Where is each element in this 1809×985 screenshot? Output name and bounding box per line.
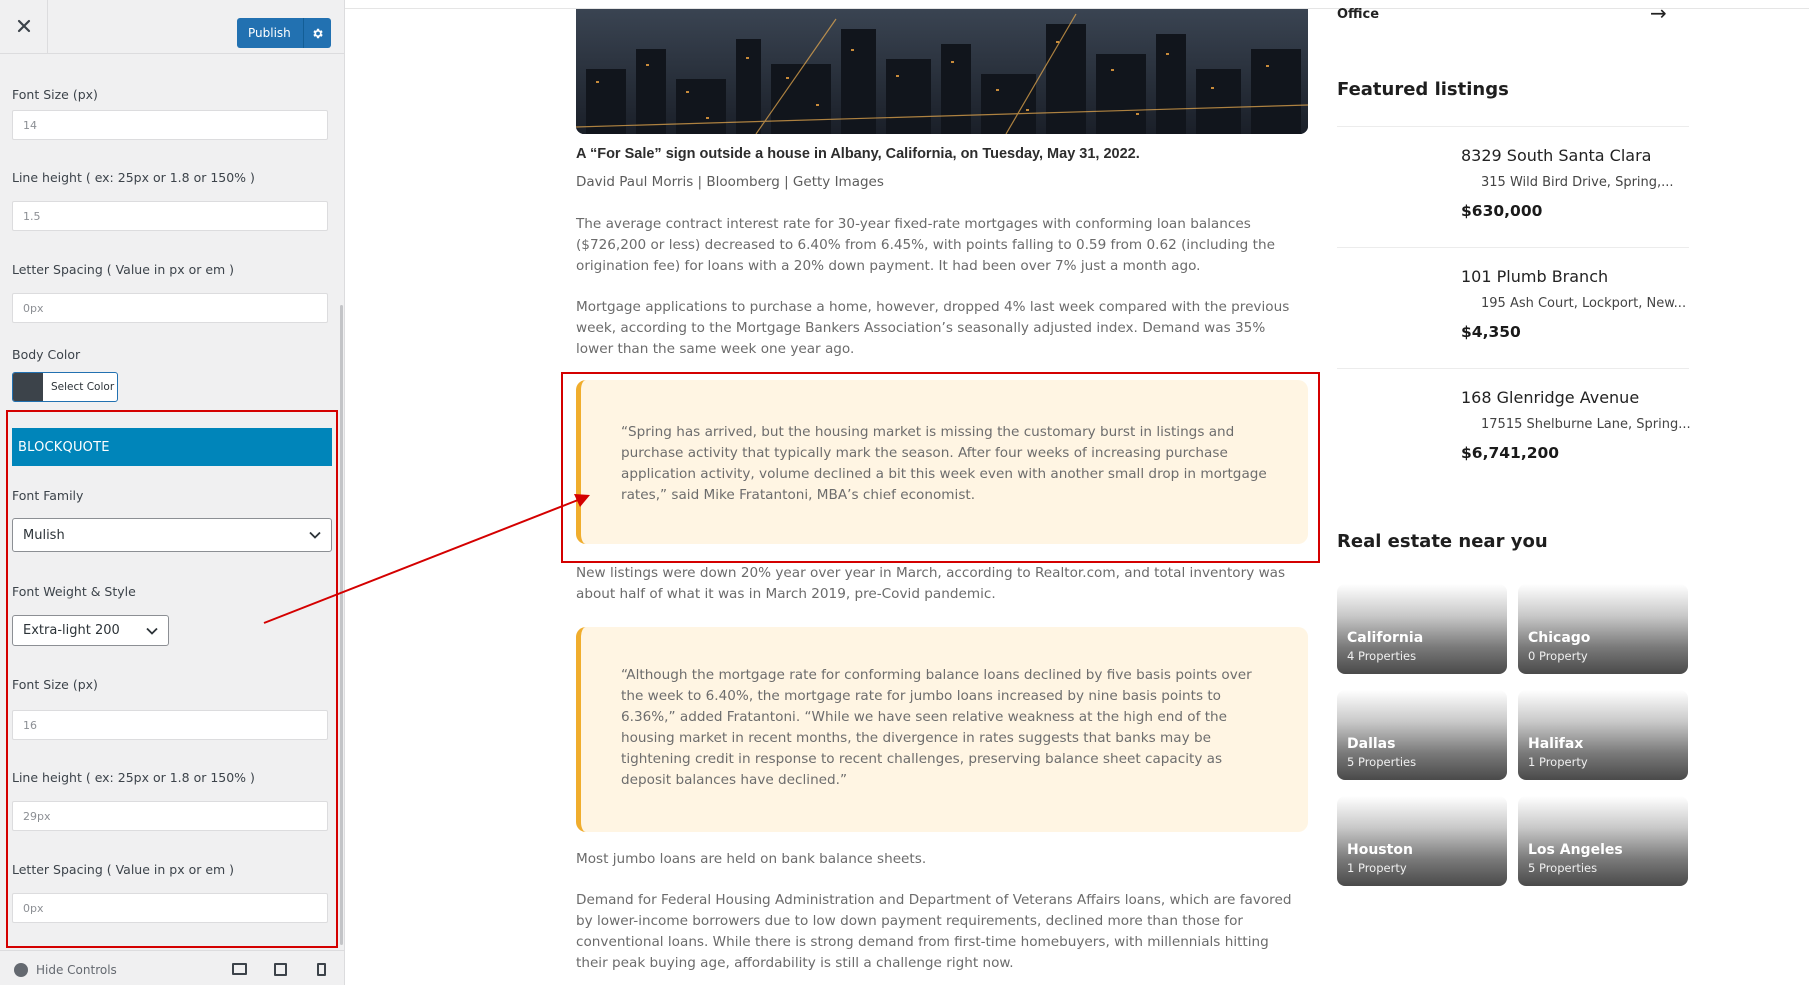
listing-address: 315 Wild Bird Drive, Spring,... [1481, 175, 1674, 190]
customizer-header: Publish [0, 0, 344, 54]
customizer-panel: Publish Font Size (px) 14 Line height ( … [0, 0, 345, 985]
image-credit: David Paul Morris | Bloomberg | Getty Im… [576, 174, 884, 190]
select-color-label: Select Color [51, 381, 115, 393]
city-card-chicago[interactable]: Chicago 0 Property [1518, 584, 1688, 674]
city-property-count: 1 Property [1528, 755, 1588, 769]
real-estate-near-title: Real estate near you [1337, 531, 1548, 552]
publish-label: Publish [248, 26, 291, 40]
hide-controls-button[interactable]: Hide Controls [14, 963, 117, 977]
city-property-count: 1 Property [1347, 861, 1407, 875]
hide-controls-label: Hide Controls [36, 963, 117, 977]
city-card-california[interactable]: California 4 Properties [1337, 584, 1507, 674]
listing-name[interactable]: 168 Glenridge Avenue [1461, 388, 1639, 407]
body-letter-spacing-label: Letter Spacing ( Value in px or em ) [12, 262, 235, 277]
annotation-highlight-box [561, 372, 1320, 563]
desktop-preview-icon[interactable] [232, 963, 247, 975]
featured-listings-title: Featured listings [1337, 79, 1509, 100]
listing-name[interactable]: 101 Plumb Branch [1461, 267, 1608, 286]
listing-price: $630,000 [1461, 202, 1543, 220]
city-card-houston[interactable]: Houston 1 Property [1337, 796, 1507, 886]
body-line-height-input[interactable]: 1.5 [12, 201, 328, 231]
body-color-picker-button[interactable]: Select Color [12, 372, 118, 402]
listing-thumbnail[interactable] [1337, 261, 1449, 349]
article-paragraph: Mortgage applications to purchase a home… [576, 299, 1290, 357]
listing-price: $6,741,200 [1461, 444, 1560, 462]
blockquote: “Although the mortgage rate for conformi… [576, 627, 1308, 832]
customizer-footer: Hide Controls [0, 950, 344, 985]
body-font-size-label: Font Size (px) [12, 87, 98, 102]
annotation-highlight-box [6, 410, 338, 948]
city-card-halifax[interactable]: Halifax 1 Property [1518, 690, 1688, 780]
listing-item[interactable]: 168 Glenridge Avenue 17515 Shelburne Lan… [1337, 368, 1691, 488]
city-property-count: 4 Properties [1347, 649, 1417, 663]
listing-address: 195 Ash Court, Lockport, New... [1481, 296, 1687, 311]
mobile-preview-icon[interactable] [317, 963, 326, 976]
listing-thumbnail[interactable] [1337, 382, 1449, 470]
article-paragraph: Most jumbo loans are held on bank balanc… [576, 851, 927, 867]
city-property-count: 5 Properties [1347, 755, 1417, 769]
city-card-los-angeles[interactable]: Los Angeles 5 Properties [1518, 796, 1688, 886]
city-property-count: 5 Properties [1528, 861, 1598, 875]
office-link-label[interactable]: Office [1337, 7, 1379, 22]
city-card-dallas[interactable]: Dallas 5 Properties [1337, 690, 1507, 780]
arrow-right-icon[interactable]: → [1650, 1, 1667, 25]
article-paragraph: New listings were down 20% year over yea… [576, 565, 1286, 602]
article-paragraph: The average contract interest rate for 3… [576, 216, 1275, 274]
gear-icon [313, 28, 323, 38]
city-name: Dallas [1347, 736, 1396, 752]
publish-settings-gear-button[interactable] [303, 18, 331, 48]
image-caption: A “For Sale” sign outside a house in Alb… [576, 146, 1140, 162]
publish-button[interactable]: Publish [237, 18, 331, 48]
tablet-preview-icon[interactable] [274, 963, 287, 976]
city-name: California [1347, 630, 1424, 646]
city-name: Los Angeles [1528, 842, 1623, 858]
panel-scrollbar[interactable] [340, 305, 343, 945]
listing-thumbnail[interactable] [1337, 140, 1449, 228]
body-letter-spacing-input[interactable]: 0px [12, 293, 328, 323]
listing-item[interactable]: 101 Plumb Branch 195 Ash Court, Lockport… [1337, 247, 1689, 367]
city-name: Houston [1347, 842, 1413, 858]
body-color-label: Body Color [12, 347, 81, 362]
listing-address: 17515 Shelburne Lane, Spring... [1481, 417, 1691, 432]
body-font-size-input[interactable]: 14 [12, 110, 328, 140]
collapse-icon [14, 963, 28, 977]
article-paragraph: Demand for Federal Housing Administratio… [576, 892, 1292, 971]
listing-item[interactable]: 8329 South Santa Clara 315 Wild Bird Dri… [1337, 126, 1689, 246]
city-name: Chicago [1528, 630, 1591, 646]
article-hero-image [576, 9, 1308, 134]
listing-price: $4,350 [1461, 323, 1521, 341]
listing-name[interactable]: 8329 South Santa Clara [1461, 146, 1651, 165]
blockquote-text: “Although the mortgage rate for conformi… [621, 667, 1252, 788]
city-name: Halifax [1528, 736, 1584, 752]
close-customizer-button[interactable] [0, 0, 48, 54]
body-line-height-label: Line height ( ex: 25px or 1.8 or 150% ) [12, 170, 255, 185]
city-property-count: 0 Property [1528, 649, 1588, 663]
body-color-chip [13, 373, 43, 401]
close-icon [17, 18, 31, 37]
